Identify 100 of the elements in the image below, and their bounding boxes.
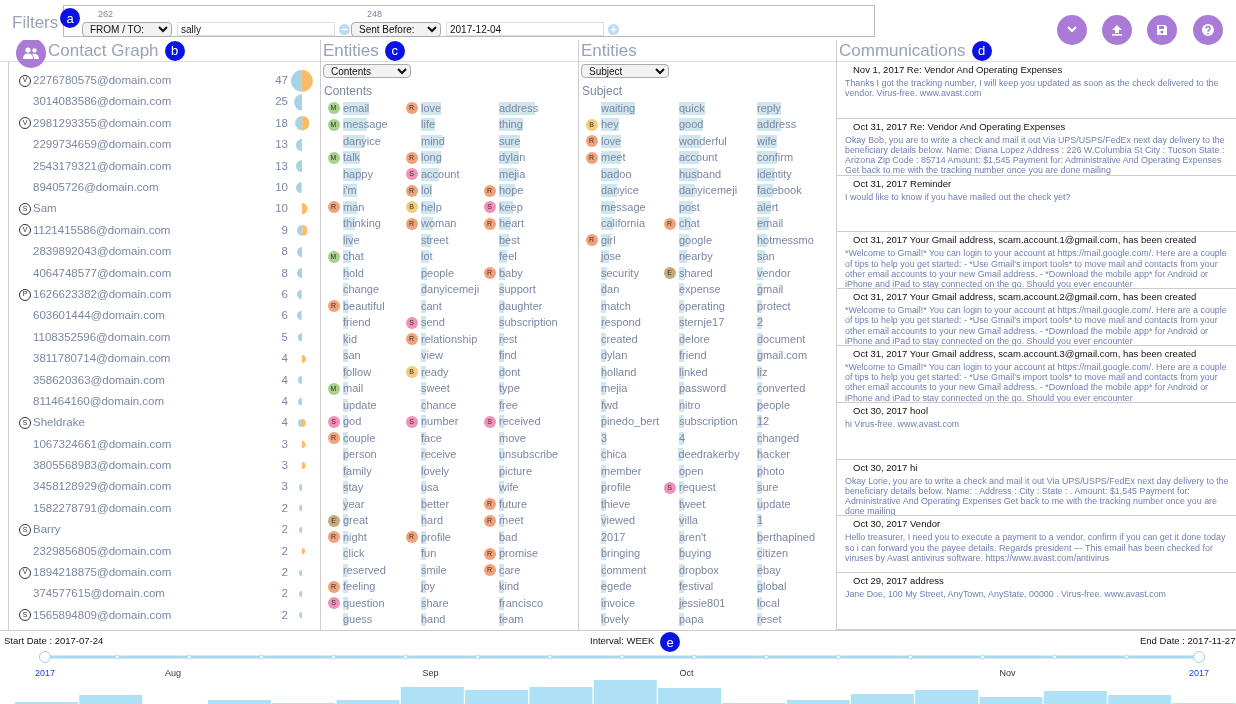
contact-address[interactable]: 1894218875@domain.com [33,564,172,582]
entity-word[interactable]: free [499,398,518,412]
entity-word[interactable]: photo [757,464,785,478]
entity-word[interactable]: better [421,497,450,511]
entity-word[interactable]: expense [679,283,721,297]
entity-word[interactable]: bringing [601,547,641,561]
entity-word[interactable]: guess [343,613,373,627]
entity-word[interactable]: jessie801 [679,596,726,610]
entity-word[interactable]: good [679,118,704,132]
entity-word[interactable]: bad [499,530,518,544]
entity-word[interactable]: couple [343,431,376,445]
entity-word[interactable]: hand [421,613,446,627]
entity-word[interactable]: converted [757,382,806,396]
entity-word[interactable]: message [343,118,388,132]
entity-word[interactable]: wife [757,134,777,148]
entity-word[interactable]: buying [679,547,712,561]
entity-word[interactable]: request [679,481,716,495]
entity-word[interactable]: street [421,233,449,247]
entity-word[interactable]: changed [757,431,800,445]
contact-address[interactable]: 1626623382@domain.com [33,285,172,304]
entity-word[interactable]: help [421,200,442,214]
entity-word[interactable]: danyice [343,134,381,148]
entity-word[interactable]: great [343,514,369,528]
entity-word[interactable]: dylan [499,151,526,165]
entity-word[interactable]: post [679,200,700,214]
entity-word[interactable]: chat [343,250,364,264]
contact-address[interactable]: Sam [33,200,57,218]
entity-word[interactable]: address [499,101,539,115]
contact-address[interactable]: 1121415586@domain.com [33,221,171,240]
entity-word[interactable]: password [679,382,727,396]
entity-word[interactable]: hotmessmo [757,233,814,247]
entity-word[interactable]: dropbox [679,563,719,577]
entity-word[interactable]: danyice [601,184,639,198]
contacts-button[interactable] [16,40,46,68]
contact-address[interactable]: 2299734659@domain.com [33,136,172,154]
entity-word[interactable]: click [343,547,365,561]
entity-word[interactable]: delore [679,332,710,346]
slider-handle[interactable] [39,651,51,663]
entity-word[interactable]: account [679,151,718,165]
entity-word[interactable]: account [421,167,460,181]
entity-word[interactable]: address [757,118,797,132]
entity-word[interactable]: send [421,316,445,330]
entity-word[interactable]: 12 [757,415,770,429]
contact-address[interactable]: 1565894809@domain.com [33,606,172,625]
upload-button[interactable] [1102,15,1132,45]
message-heading[interactable]: Oct 31, 2017 Reminder [845,177,1232,190]
entity-word[interactable]: california [601,217,646,231]
entity-word[interactable]: festival [679,580,714,594]
entity-word[interactable]: people [757,398,791,412]
contact-address[interactable]: 2839892043@domain.com [33,243,172,261]
help-button[interactable] [1193,15,1223,45]
entity-word[interactable]: hold [343,266,364,280]
save-button[interactable] [1147,15,1177,45]
entity-word[interactable]: reserved [343,563,386,577]
entity-word[interactable]: love [421,101,442,115]
entity-word[interactable]: fwd [601,398,619,412]
message-heading[interactable]: Nov 1, 2017 Re: Vendor And Operating Expenses [845,64,1232,76]
entity-word[interactable]: joy [421,580,436,594]
field-dropdown[interactable]: FROM / TO: [82,22,172,37]
entity-word[interactable]: night [343,530,367,544]
entity-word[interactable]: kind [499,580,520,594]
message-heading[interactable]: Oct 30, 2017 hool [845,404,1232,417]
entity-word[interactable]: type [499,382,520,396]
entity-word[interactable]: baby [499,266,523,280]
entity-word[interactable]: gmail [757,283,784,297]
entity-word[interactable]: receive [421,448,457,462]
entity-word[interactable]: daughter [499,299,543,313]
entity-word[interactable]: member [601,464,642,478]
message-heading[interactable]: Oct 29, 2017 address [845,575,1232,588]
entity-word[interactable]: promise [499,547,539,561]
entity-word[interactable]: view [421,349,443,363]
entity-word[interactable]: support [499,283,536,297]
entity-word[interactable]: danyicemeji [421,283,480,297]
entity-word[interactable]: liz [757,365,768,379]
contact-address[interactable]: 1067324661@domain.com [33,435,172,453]
entity-word[interactable]: dont [499,365,521,379]
entity-word[interactable]: friend [343,316,371,330]
entity-word[interactable]: mail [343,382,364,396]
entity-word[interactable]: gmail.com [757,349,808,363]
entity-word[interactable]: ready [421,365,449,379]
entity-word[interactable]: update [343,398,377,412]
entity-word[interactable]: fun [421,547,437,561]
entity-word[interactable]: beautiful [343,299,385,313]
entity-word[interactable]: citizen [757,547,789,561]
entity-word[interactable]: mejia [601,382,628,396]
entity-word[interactable]: created [601,332,638,346]
entity-word[interactable]: people [421,266,455,280]
entity-word[interactable]: feeling [343,580,376,594]
entity-word[interactable]: protect [757,299,791,313]
entity-word[interactable]: love [601,134,622,148]
entity-word[interactable]: family [343,464,372,478]
contact-address[interactable]: Sheldrake [33,414,85,432]
entity-word[interactable]: google [679,233,713,247]
contact-address[interactable]: 4064748577@domain.com [33,264,172,282]
entity-word[interactable]: kid [343,332,358,346]
contact-address[interactable]: 603601444@domain.com [33,307,165,325]
entity-word[interactable]: message [601,200,646,214]
entity-word[interactable]: respond [601,316,641,330]
contact-address[interactable]: 1582278791@domain.com [33,499,172,518]
entity-word[interactable]: badoo [601,167,632,181]
